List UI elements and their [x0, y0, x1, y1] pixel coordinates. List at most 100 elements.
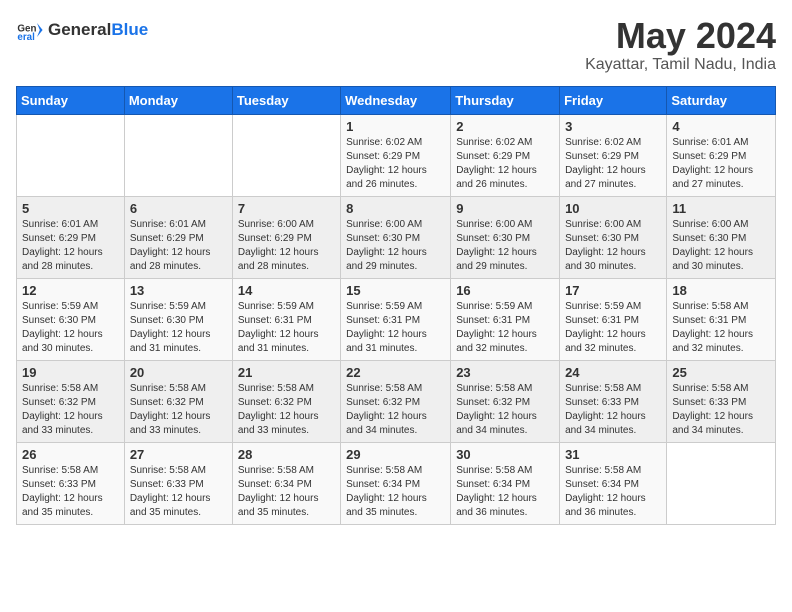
- weekday-header: Sunday: [17, 86, 125, 114]
- day-number: 12: [22, 283, 119, 298]
- day-number: 7: [238, 201, 335, 216]
- day-number: 23: [456, 365, 554, 380]
- day-info: Sunrise: 5:58 AMSunset: 6:34 PMDaylight:…: [238, 464, 335, 520]
- logo: Gen eral General Blue: [16, 16, 148, 44]
- day-number: 11: [672, 201, 770, 216]
- day-number: 18: [672, 283, 770, 298]
- calendar-week-row: 1Sunrise: 6:02 AMSunset: 6:29 PMDaylight…: [17, 114, 776, 196]
- day-number: 14: [238, 283, 335, 298]
- calendar-header-row: SundayMondayTuesdayWednesdayThursdayFrid…: [17, 86, 776, 114]
- calendar-week-row: 12 Sunrise: 5:59 AMSunset: 6:30 PMDayligh…: [17, 278, 776, 360]
- calendar-cell: [17, 114, 125, 196]
- day-info: Sunrise: 6:01 AMSunset: 6:29 PMDaylight:…: [130, 218, 227, 274]
- day-info: Sunrise: 5:58 AMSunset: 6:32 PMDaylight:…: [238, 382, 335, 438]
- calendar-cell: 18 Sunrise: 5:58 AMSunset: 6:31 PMDayligh…: [667, 278, 776, 360]
- calendar-table: SundayMondayTuesdayWednesdayThursdayFrid…: [16, 86, 776, 525]
- day-number: 5: [22, 201, 119, 216]
- calendar-cell: 3 Sunrise: 6:02 AMSunset: 6:29 PMDaylight…: [560, 114, 667, 196]
- day-number: 10: [565, 201, 661, 216]
- day-info: Sunrise: 6:00 AMSunset: 6:30 PMDaylight:…: [456, 218, 554, 274]
- calendar-cell: 11Sunrise: 6:00 AMSunset: 6:30 PMDayligh…: [667, 196, 776, 278]
- day-number: 21: [238, 365, 335, 380]
- calendar-cell: 28 Sunrise: 5:58 AMSunset: 6:34 PMDayligh…: [232, 442, 340, 524]
- day-number: 16: [456, 283, 554, 298]
- day-info: Sunrise: 5:59 AMSunset: 6:30 PMDaylight:…: [130, 300, 227, 356]
- day-info: Sunrise: 6:02 AMSunset: 6:29 PMDaylight:…: [346, 136, 445, 192]
- calendar-cell: 14Sunrise: 5:59 AMSunset: 6:31 PMDayligh…: [232, 278, 340, 360]
- day-number: 4: [672, 119, 770, 134]
- day-number: 27: [130, 447, 227, 462]
- svg-text:eral: eral: [17, 32, 35, 43]
- day-info: Sunrise: 6:02 AMSunset: 6:29 PMDaylight:…: [456, 136, 554, 192]
- day-info: Sunrise: 5:58 AMSunset: 6:33 PMDaylight:…: [672, 382, 770, 438]
- day-info: Sunrise: 5:58 AMSunset: 6:34 PMDaylight:…: [346, 464, 445, 520]
- calendar-cell: 12 Sunrise: 5:59 AMSunset: 6:30 PMDayligh…: [17, 278, 125, 360]
- day-number: 17: [565, 283, 661, 298]
- day-info: Sunrise: 6:01 AMSunset: 6:29 PMDaylight:…: [22, 218, 119, 274]
- day-info: Sunrise: 6:00 AMSunset: 6:30 PMDaylight:…: [346, 218, 445, 274]
- calendar-week-row: 5 Sunrise: 6:01 AMSunset: 6:29 PMDaylight…: [17, 196, 776, 278]
- day-number: 9: [456, 201, 554, 216]
- calendar-cell: 20Sunrise: 5:58 AMSunset: 6:32 PMDayligh…: [124, 360, 232, 442]
- day-info: Sunrise: 6:02 AMSunset: 6:29 PMDaylight:…: [565, 136, 661, 192]
- day-info: Sunrise: 5:59 AMSunset: 6:31 PMDaylight:…: [456, 300, 554, 356]
- calendar-cell: 10 Sunrise: 6:00 AMSunset: 6:30 PMDayligh…: [560, 196, 667, 278]
- calendar-cell: 26 Sunrise: 5:58 AMSunset: 6:33 PMDayligh…: [17, 442, 125, 524]
- day-number: 30: [456, 447, 554, 462]
- day-number: 28: [238, 447, 335, 462]
- day-number: 26: [22, 447, 119, 462]
- day-info: Sunrise: 5:58 AMSunset: 6:33 PMDaylight:…: [22, 464, 119, 520]
- calendar-cell: 29Sunrise: 5:58 AMSunset: 6:34 PMDayligh…: [341, 442, 451, 524]
- day-number: 3: [565, 119, 661, 134]
- calendar-cell: 9 Sunrise: 6:00 AMSunset: 6:30 PMDaylight…: [451, 196, 560, 278]
- calendar-cell: 19 Sunrise: 5:58 AMSunset: 6:32 PMDayligh…: [17, 360, 125, 442]
- page-header: Gen eral General Blue May 2024 Kayattar,…: [16, 16, 776, 74]
- day-number: 24: [565, 365, 661, 380]
- calendar-cell: 2Sunrise: 6:02 AMSunset: 6:29 PMDaylight…: [451, 114, 560, 196]
- day-number: 6: [130, 201, 227, 216]
- day-info: Sunrise: 5:58 AMSunset: 6:32 PMDaylight:…: [130, 382, 227, 438]
- title-section: May 2024 Kayattar, Tamil Nadu, India: [585, 16, 776, 74]
- day-info: Sunrise: 5:58 AMSunset: 6:32 PMDaylight:…: [22, 382, 119, 438]
- calendar-cell: 4Sunrise: 6:01 AMSunset: 6:29 PMDaylight…: [667, 114, 776, 196]
- day-info: Sunrise: 5:59 AMSunset: 6:31 PMDaylight:…: [565, 300, 661, 356]
- day-number: 8: [346, 201, 445, 216]
- weekday-header: Saturday: [667, 86, 776, 114]
- logo-blue: Blue: [111, 20, 148, 40]
- calendar-cell: 24Sunrise: 5:58 AMSunset: 6:33 PMDayligh…: [560, 360, 667, 442]
- month-title: May 2024: [585, 16, 776, 56]
- day-number: 19: [22, 365, 119, 380]
- day-number: 31: [565, 447, 661, 462]
- calendar-cell: 1Sunrise: 6:02 AMSunset: 6:29 PMDaylight…: [341, 114, 451, 196]
- day-info: Sunrise: 5:59 AMSunset: 6:30 PMDaylight:…: [22, 300, 119, 356]
- weekday-header: Tuesday: [232, 86, 340, 114]
- weekday-header: Monday: [124, 86, 232, 114]
- day-info: Sunrise: 5:58 AMSunset: 6:34 PMDaylight:…: [456, 464, 554, 520]
- logo-icon: Gen eral: [16, 16, 44, 44]
- calendar-cell: 13Sunrise: 5:59 AMSunset: 6:30 PMDayligh…: [124, 278, 232, 360]
- day-info: Sunrise: 6:00 AMSunset: 6:30 PMDaylight:…: [565, 218, 661, 274]
- calendar-cell: 31 Sunrise: 5:58 AMSunset: 6:34 PMDayligh…: [560, 442, 667, 524]
- calendar-cell: 27 Sunrise: 5:58 AMSunset: 6:33 PMDayligh…: [124, 442, 232, 524]
- day-info: Sunrise: 5:58 AMSunset: 6:33 PMDaylight:…: [130, 464, 227, 520]
- calendar-cell: 30 Sunrise: 5:58 AMSunset: 6:34 PMDayligh…: [451, 442, 560, 524]
- calendar-cell: 23Sunrise: 5:58 AMSunset: 6:32 PMDayligh…: [451, 360, 560, 442]
- day-info: Sunrise: 5:58 AMSunset: 6:32 PMDaylight:…: [346, 382, 445, 438]
- day-number: 22: [346, 365, 445, 380]
- calendar-cell: [232, 114, 340, 196]
- calendar-cell: 8 Sunrise: 6:00 AMSunset: 6:30 PMDaylight…: [341, 196, 451, 278]
- day-info: Sunrise: 6:00 AMSunset: 6:29 PMDaylight:…: [238, 218, 335, 274]
- day-number: 15: [346, 283, 445, 298]
- calendar-cell: 15 Sunrise: 5:59 AMSunset: 6:31 PMDayligh…: [341, 278, 451, 360]
- calendar-cell: 17 Sunrise: 5:59 AMSunset: 6:31 PMDayligh…: [560, 278, 667, 360]
- day-info: Sunrise: 5:58 AMSunset: 6:34 PMDaylight:…: [565, 464, 661, 520]
- weekday-header: Wednesday: [341, 86, 451, 114]
- day-number: 25: [672, 365, 770, 380]
- weekday-header: Friday: [560, 86, 667, 114]
- day-info: Sunrise: 5:59 AMSunset: 6:31 PMDaylight:…: [346, 300, 445, 356]
- location: Kayattar, Tamil Nadu, India: [585, 56, 776, 74]
- logo-general: General: [48, 20, 111, 40]
- calendar-cell: 25 Sunrise: 5:58 AMSunset: 6:33 PMDayligh…: [667, 360, 776, 442]
- day-info: Sunrise: 5:58 AMSunset: 6:31 PMDaylight:…: [672, 300, 770, 356]
- weekday-header: Thursday: [451, 86, 560, 114]
